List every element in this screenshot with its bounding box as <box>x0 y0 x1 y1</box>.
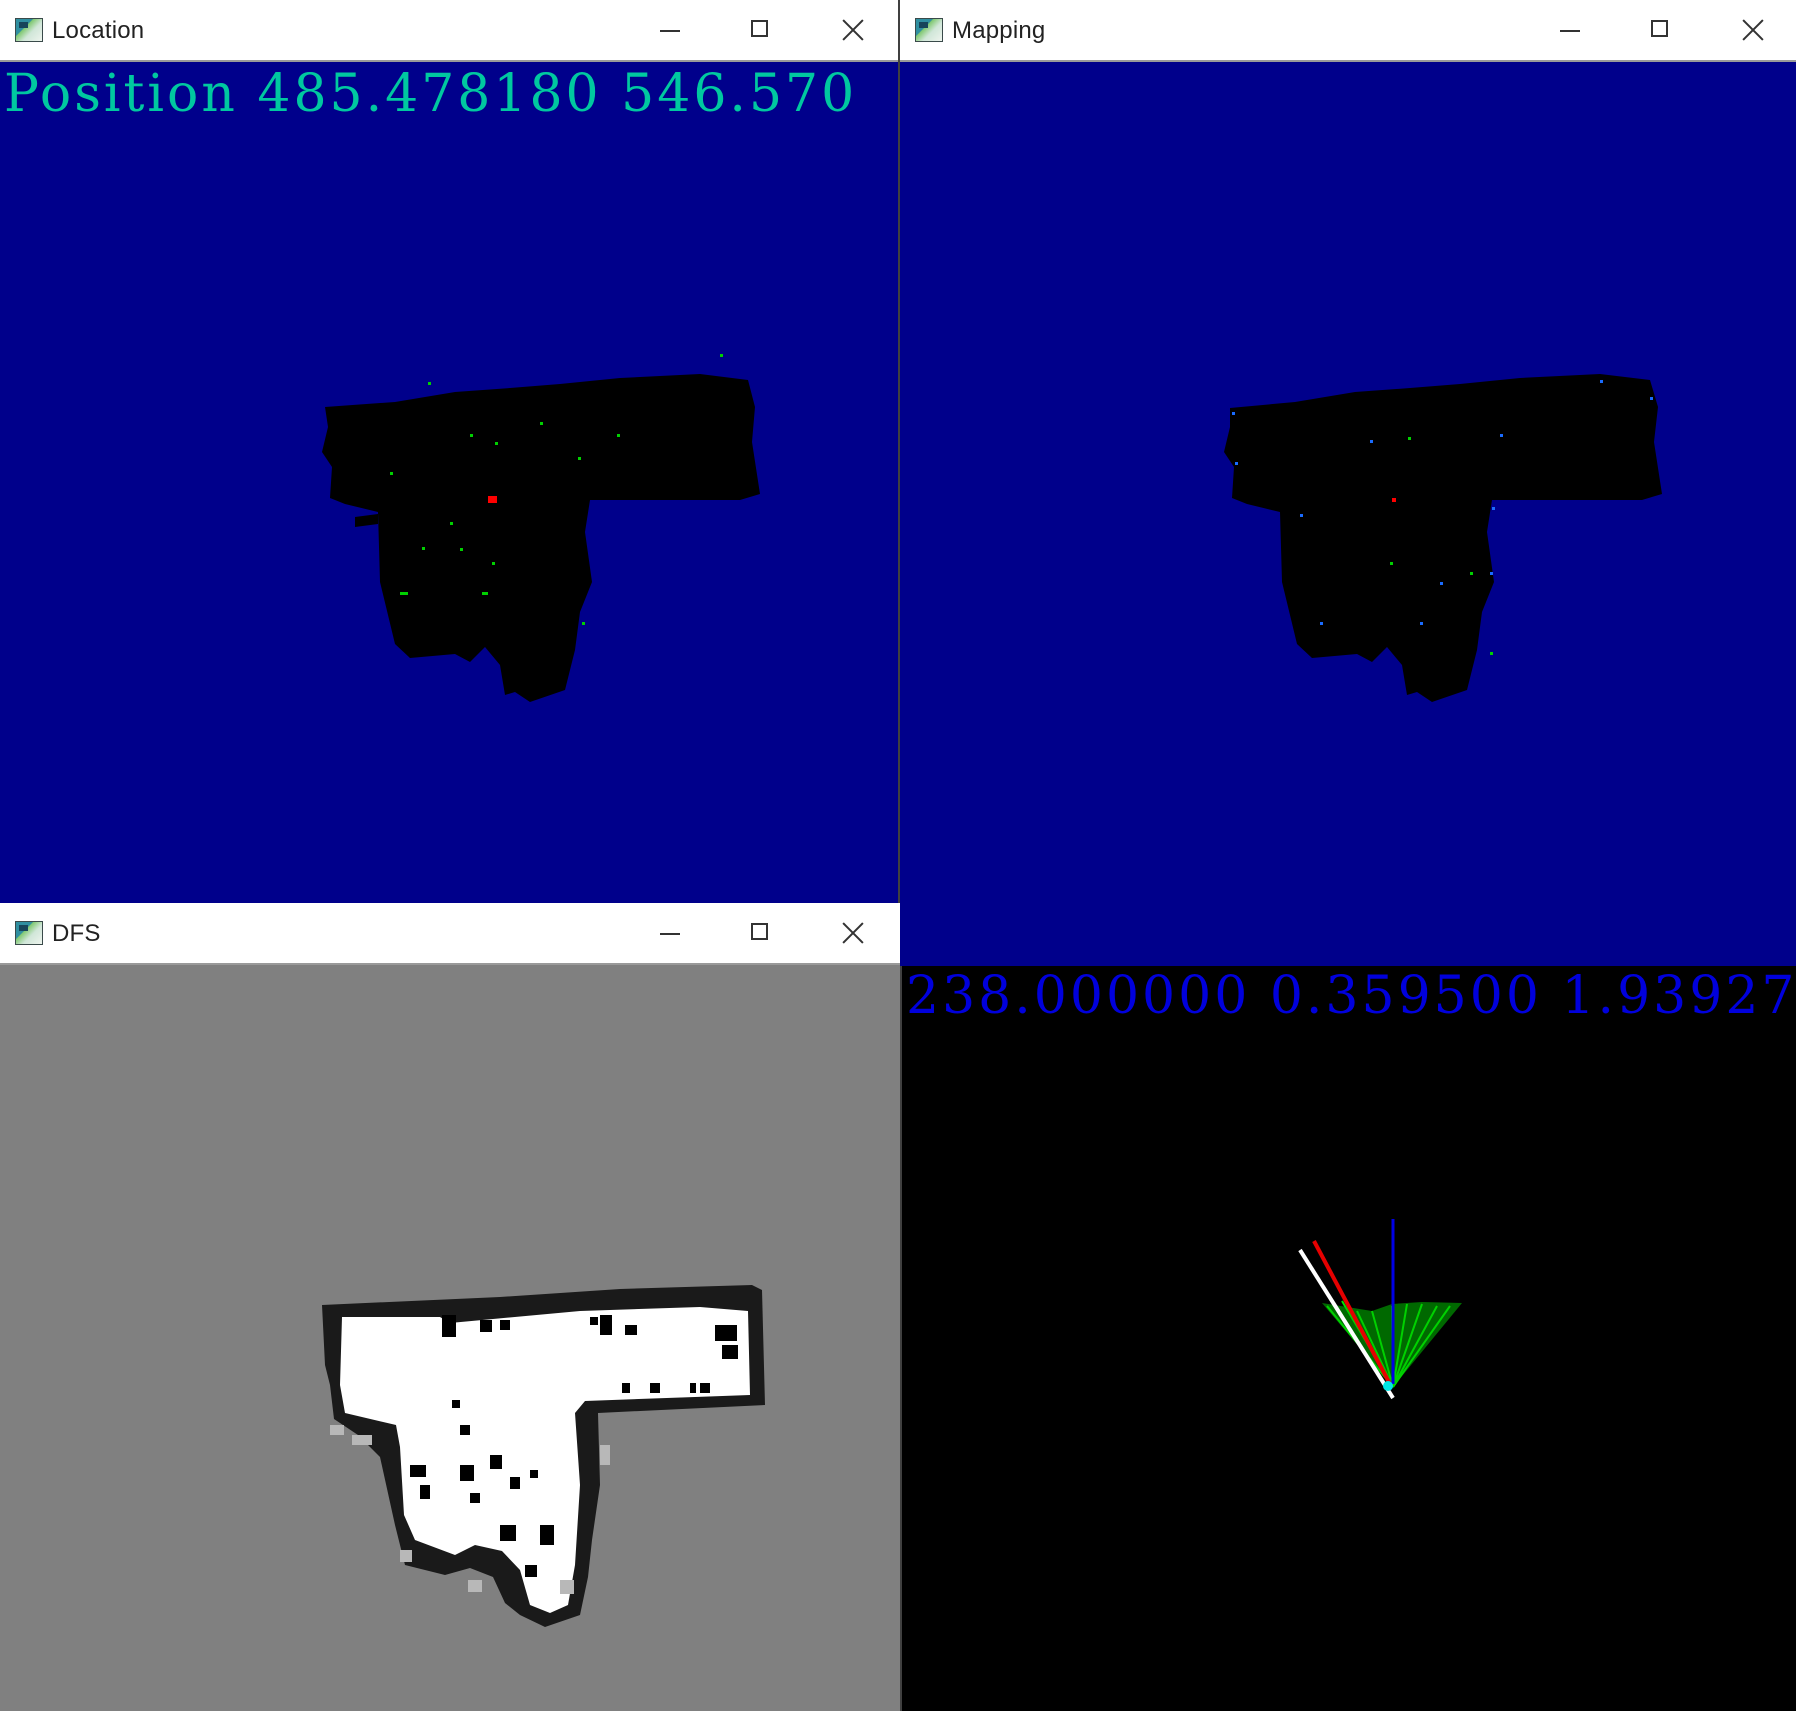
location-map <box>322 354 760 702</box>
close-icon[interactable] <box>833 913 873 953</box>
free-space <box>340 1307 750 1613</box>
mapping-canvas <box>900 62 1796 966</box>
minimize-icon[interactable] <box>1550 10 1590 50</box>
dfs-titlebar[interactable]: DFS <box>0 903 900 965</box>
window-title: DFS <box>52 920 101 947</box>
app-icon <box>915 18 943 42</box>
robot-marker <box>488 496 497 503</box>
dfs-canvas <box>0 965 900 1711</box>
location-titlebar[interactable]: Location <box>0 0 898 62</box>
minimize-icon[interactable] <box>650 10 690 50</box>
window-title: Mapping <box>952 17 1046 44</box>
mapping-window: Mapping <box>898 0 1796 966</box>
dfs-grid <box>322 1285 765 1627</box>
close-icon[interactable] <box>833 10 873 50</box>
robot-cyan-marker <box>1383 1381 1393 1391</box>
scan-view <box>1298 1219 1462 1400</box>
app-icon <box>15 18 43 42</box>
mapping-titlebar[interactable]: Mapping <box>900 0 1796 62</box>
maximize-icon[interactable] <box>740 913 780 953</box>
close-icon[interactable] <box>1733 10 1773 50</box>
mapping-map <box>1224 374 1662 702</box>
dfs-window: DFS <box>0 903 900 1711</box>
location-window: Location Position 485.478180 546.570 <box>0 0 898 903</box>
maximize-icon[interactable] <box>1640 10 1680 50</box>
scan-window: 238.000000 0.359500 1.93927 <box>900 966 1796 1711</box>
window-title: Location <box>52 17 145 44</box>
robot-marker <box>1392 498 1396 502</box>
location-canvas: Position 485.478180 546.570 <box>0 62 898 903</box>
explored-area <box>1224 374 1662 702</box>
app-icon <box>15 921 43 945</box>
minimize-icon[interactable] <box>650 913 690 953</box>
maximize-icon[interactable] <box>740 10 780 50</box>
